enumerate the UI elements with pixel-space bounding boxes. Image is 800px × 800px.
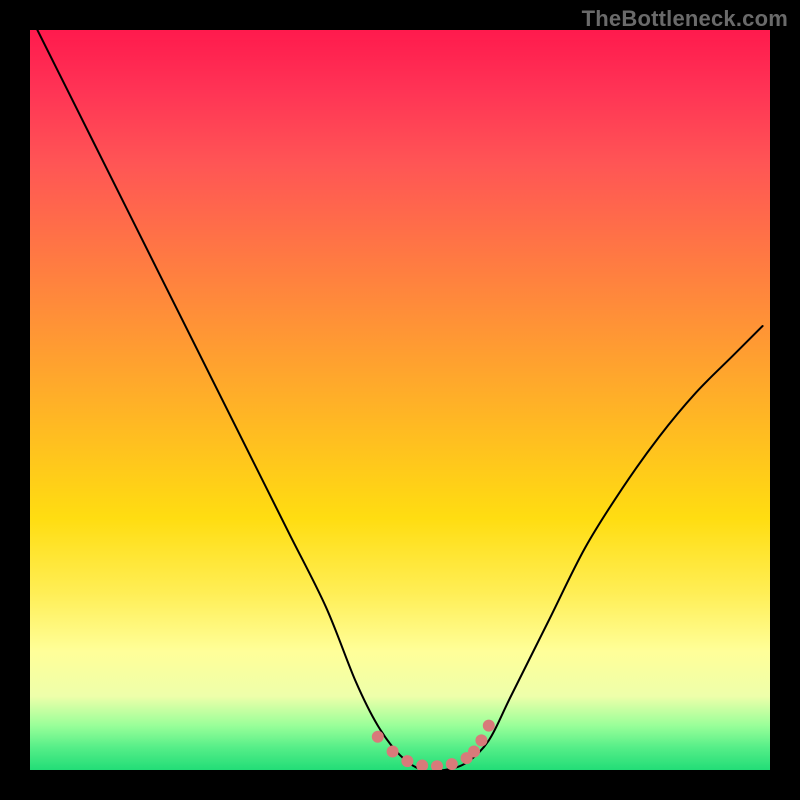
watermark-text: TheBottleneck.com [582,6,788,32]
plot-area [30,30,770,770]
chart-svg [30,30,770,770]
bottleneck-curve [37,30,762,770]
curve-marker [372,731,384,743]
chart-frame: TheBottleneck.com [0,0,800,800]
curve-marker [416,760,428,770]
curve-marker [446,758,458,770]
curve-marker [483,720,495,732]
curve-marker [431,760,443,770]
curve-marker [475,734,487,746]
curve-marker [387,746,399,758]
curve-marker [468,746,480,758]
curve-marker [401,755,413,767]
